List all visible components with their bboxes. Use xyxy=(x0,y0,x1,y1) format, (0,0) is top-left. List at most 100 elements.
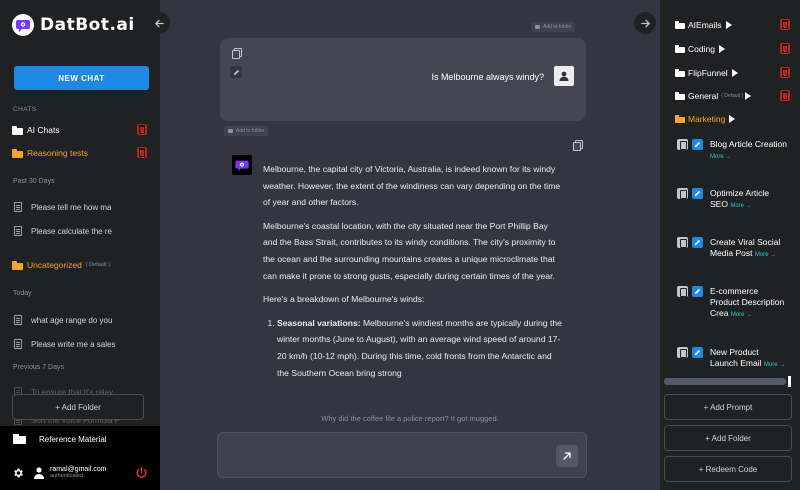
play-icon[interactable] xyxy=(729,115,736,123)
answer-paragraph: Melbourne, the capital city of Victoria,… xyxy=(263,164,561,208)
chat-title: Please tell me how ma xyxy=(31,202,112,212)
chat-item[interactable]: Please tell me how ma xyxy=(14,200,140,214)
play-icon[interactable] xyxy=(725,21,732,29)
prompt-folder-marketing[interactable]: Marketing xyxy=(675,112,790,126)
user-account: ramal@gmail.com authenticated xyxy=(12,462,152,484)
gear-icon[interactable] xyxy=(12,467,24,479)
folder-icon xyxy=(12,125,23,135)
edit-prompt-button[interactable] xyxy=(692,237,703,248)
folder-icon xyxy=(13,434,26,444)
folder-icon xyxy=(675,45,685,53)
prompt-library-sidebar: AIEmails Coding FlipFunnel General ( Def… xyxy=(660,0,800,490)
prompt-item[interactable]: Create Viral Social Media Post More → xyxy=(677,237,787,261)
copy-icon[interactable] xyxy=(573,140,583,151)
document-icon[interactable] xyxy=(677,188,688,199)
user-avatar xyxy=(554,66,574,86)
pencil-icon xyxy=(694,239,701,246)
scrollbar-thumb[interactable] xyxy=(788,376,791,387)
app-root: DatBot.ai NEW CHAT CHATS AI Chats Reason… xyxy=(0,0,800,490)
document-icon[interactable] xyxy=(677,139,688,150)
add-to-folder-button[interactable]: Add to folder xyxy=(531,22,576,32)
sidebar-footer: Reference Material ramal@gmail.com authe… xyxy=(0,426,160,490)
prompt-item[interactable]: Optimize Article SEO More → xyxy=(677,188,787,212)
play-icon[interactable] xyxy=(731,69,738,77)
chat-item[interactable]: Please calculate the re xyxy=(14,224,140,238)
chat-area: Add to folder Is Melbourne always windy?… xyxy=(148,0,660,490)
copy-icon[interactable] xyxy=(232,48,242,59)
horizontal-scrollbar[interactable] xyxy=(664,378,786,385)
more-link[interactable]: More → xyxy=(710,154,731,160)
folder-label: General xyxy=(688,91,719,101)
prompt-folder-coding[interactable]: Coding xyxy=(675,42,790,56)
pencil-icon xyxy=(694,349,701,356)
edit-prompt-button[interactable] xyxy=(692,347,703,358)
assistant-message: Melbourne, the capital city of Victoria,… xyxy=(263,161,563,389)
folder-icon xyxy=(535,25,540,29)
answer-paragraph: Melbourne's coastal location, with the c… xyxy=(263,220,556,281)
add-folder-button[interactable]: + Add Folder xyxy=(12,394,144,420)
document-icon[interactable] xyxy=(677,237,688,248)
more-link[interactable]: More → xyxy=(755,252,776,258)
more-link[interactable]: More → xyxy=(731,312,752,318)
chat-item[interactable]: Please write me a sales xyxy=(14,337,140,351)
chat-item[interactable]: what age range do you xyxy=(14,313,140,327)
prompt-item[interactable]: New Product Launch Email More → xyxy=(677,347,787,371)
more-link[interactable]: More → xyxy=(730,203,751,209)
edit-prompt-button[interactable] xyxy=(692,286,703,297)
loading-joke: Why did the coffee file a police report?… xyxy=(321,414,499,423)
document-icon[interactable] xyxy=(677,347,688,358)
trash-icon[interactable] xyxy=(137,124,147,135)
folder-label: Reasoning tests xyxy=(27,148,88,158)
send-button[interactable] xyxy=(556,445,578,467)
play-icon[interactable] xyxy=(745,92,752,100)
add-prompt-button[interactable]: + Add Prompt xyxy=(664,394,792,420)
trash-icon[interactable] xyxy=(780,43,790,54)
trash-icon[interactable] xyxy=(137,147,147,158)
document-icon[interactable] xyxy=(677,286,688,297)
prompt-text: Create Viral Social Media Post More → xyxy=(710,237,787,261)
chat-icon xyxy=(14,315,22,325)
message-input[interactable] xyxy=(228,441,548,471)
folder-uncategorized[interactable]: Uncategorized ( Default ) xyxy=(12,258,147,272)
folder-label: Coding xyxy=(688,44,715,54)
edit-message-button[interactable] xyxy=(230,66,242,78)
add-folder-button[interactable]: + Add Folder xyxy=(664,425,792,451)
prompt-folder-general[interactable]: General ( Default ) xyxy=(675,89,790,103)
add-to-folder-button[interactable]: Add to folder xyxy=(224,126,269,136)
trash-icon[interactable] xyxy=(780,90,790,101)
left-sidebar: DatBot.ai NEW CHAT CHATS AI Chats Reason… xyxy=(0,0,160,490)
redeem-code-button[interactable]: + Redeem Code xyxy=(664,456,792,482)
chat-icon xyxy=(14,339,22,349)
prompt-folder-flipfunnel[interactable]: FlipFunnel xyxy=(675,66,790,80)
prompt-item[interactable]: Blog Article Creation More → xyxy=(677,139,787,163)
chat-title: Please write me a sales xyxy=(31,339,116,349)
trash-icon[interactable] xyxy=(780,67,790,78)
prompt-text: E-commerce Product Description Crea More… xyxy=(710,286,787,321)
folder-reasoning-tests[interactable]: Reasoning tests xyxy=(12,146,147,160)
folder-label: AIEmails xyxy=(688,20,722,30)
pencil-icon xyxy=(233,69,239,75)
collapse-left-sidebar-button[interactable] xyxy=(148,12,170,34)
reference-material-item[interactable]: Reference Material xyxy=(13,434,107,444)
play-icon[interactable] xyxy=(718,45,725,53)
folder-icon xyxy=(12,148,23,158)
folder-icon xyxy=(12,260,23,270)
more-link[interactable]: More → xyxy=(764,362,785,368)
logo-text: DatBot.ai xyxy=(40,15,135,35)
prompt-item[interactable]: E-commerce Product Description Crea More… xyxy=(677,286,787,321)
trash-icon[interactable] xyxy=(780,19,790,30)
collapse-right-sidebar-button[interactable] xyxy=(634,12,656,34)
new-chat-button[interactable]: NEW CHAT xyxy=(14,66,149,90)
prompt-folder-aiemails[interactable]: AIEmails xyxy=(675,18,790,32)
folder-ai-chats[interactable]: AI Chats xyxy=(12,123,147,137)
chat-title: what age range do you xyxy=(31,315,113,325)
folder-icon xyxy=(675,92,685,100)
chat-title: Please calculate the re xyxy=(31,226,112,236)
edit-prompt-button[interactable] xyxy=(692,139,703,150)
edit-prompt-button[interactable] xyxy=(692,188,703,199)
group-label-previous-7-days: Previous 7 Days xyxy=(13,364,64,371)
arrow-right-icon xyxy=(640,19,650,27)
chat-icon xyxy=(14,202,22,212)
send-arrow-icon xyxy=(563,452,571,460)
power-icon[interactable] xyxy=(135,466,148,479)
